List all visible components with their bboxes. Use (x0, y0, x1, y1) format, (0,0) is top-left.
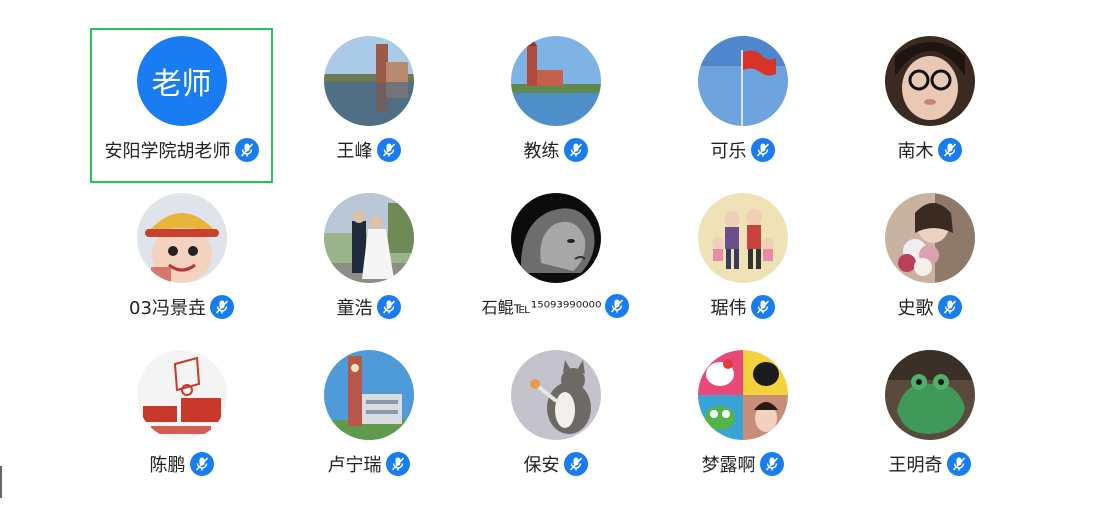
participant-name: 可乐 (710, 141, 747, 162)
participant-name: 石鲲℡¹⁵⁰⁹³⁹⁹⁰⁰⁰⁰ (481, 298, 602, 317)
cartoon-collage-photo (697, 350, 788, 440)
microphone-icon[interactable] (376, 138, 401, 162)
participant-name: 03冯景垚 (129, 298, 206, 319)
participant-tile-coach[interactable]: 教练 (464, 28, 647, 183)
microphone-icon[interactable] (189, 452, 214, 476)
girl-glasses-photo (884, 36, 975, 126)
scroll-edge-mark (0, 466, 2, 498)
participant-name: 梦露啊 (701, 455, 756, 476)
girl-flowers-photo (884, 193, 975, 283)
microphone-icon[interactable] (385, 452, 410, 476)
lake-building-photo (323, 36, 414, 126)
microphone-icon[interactable] (750, 295, 775, 319)
microphone-icon[interactable] (605, 294, 630, 318)
participant-name: 教练 (523, 141, 560, 162)
participant-name: 史歌 (897, 298, 934, 319)
participant-tile-shi-kun[interactable]: 石鲲℡¹⁵⁰⁹³⁹⁹⁰⁰⁰⁰ (464, 185, 647, 340)
participant-tile-tong-hao[interactable]: 童浩 (277, 185, 460, 340)
microphone-icon[interactable] (937, 295, 962, 319)
microphone-icon[interactable] (234, 138, 259, 162)
basketball-logo-photo (136, 350, 227, 440)
participant-tile-chen-peng[interactable]: 陈鹏 (90, 342, 273, 497)
microphone-icon[interactable] (750, 138, 775, 162)
participant-name: 王峰 (336, 141, 373, 162)
wedding-couple-photo (323, 193, 414, 283)
participant-name: 王明奇 (888, 455, 943, 476)
microphone-icon[interactable] (209, 295, 234, 319)
family-cartoon-photo (697, 193, 788, 283)
avatar-initials: 老师 (151, 67, 212, 102)
microphone-icon[interactable] (946, 452, 971, 476)
microphone-icon[interactable] (563, 452, 588, 476)
participant-tile-lu-ningrui[interactable]: 卢宁瑞 (277, 342, 460, 497)
avatar: 老师 (136, 36, 227, 126)
participant-grid: 老师 安阳学院胡老师 王峰 教练 可乐 南木 03冯景垚 童浩 石鲲℡¹⁵⁰⁹³… (90, 28, 1025, 499)
cat-photo (510, 350, 601, 440)
microphone-icon[interactable] (376, 295, 401, 319)
clock-tower-photo (323, 350, 414, 440)
participant-tile-hu-teacher[interactable]: 老师 安阳学院胡老师 (90, 28, 273, 183)
lion-photo (510, 193, 601, 283)
participant-tile-menglu[interactable]: 梦露啊 (651, 342, 834, 497)
participant-name: 保安 (523, 455, 560, 476)
participant-tile-security[interactable]: 保安 (464, 342, 647, 497)
participant-tile-ju-wei[interactable]: 琚伟 (651, 185, 834, 340)
participant-tile-wang-mingqi[interactable]: 王明奇 (838, 342, 1021, 497)
participant-tile-nanmu[interactable]: 南木 (838, 28, 1021, 183)
participant-tile-kele[interactable]: 可乐 (651, 28, 834, 183)
participant-tile-shi-ge[interactable]: 史歌 (838, 185, 1021, 340)
participant-tile-wang-feng[interactable]: 王峰 (277, 28, 460, 183)
participant-name: 卢宁瑞 (327, 455, 382, 476)
flag-sky-photo (697, 36, 788, 126)
participant-name: 琚伟 (710, 298, 747, 319)
participant-name: 安阳学院胡老师 (104, 141, 231, 162)
participant-tile-feng-jingyao[interactable]: 03冯景垚 (90, 185, 273, 340)
frog-costume-photo (884, 350, 975, 440)
participant-name: 童浩 (336, 298, 373, 319)
microphone-icon[interactable] (759, 452, 784, 476)
participant-name: 南木 (897, 141, 934, 162)
participant-name: 陈鹏 (149, 455, 186, 476)
microphone-icon[interactable] (563, 138, 588, 162)
tower-lake-photo (510, 36, 601, 126)
anime-character-photo (136, 193, 227, 283)
microphone-icon[interactable] (937, 138, 962, 162)
